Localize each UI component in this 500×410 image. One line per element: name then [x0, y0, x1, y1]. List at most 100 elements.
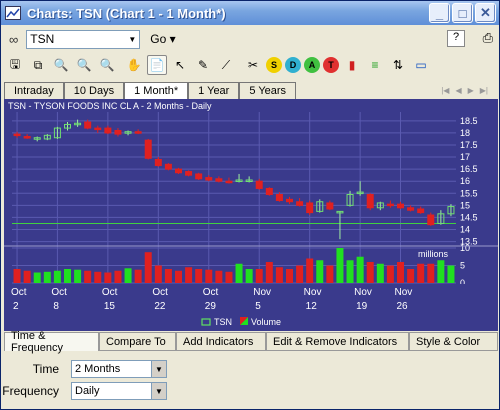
dividend-icon[interactable]: D: [285, 57, 301, 73]
tab-style-color[interactable]: Style & Color: [409, 332, 498, 351]
time-select[interactable]: 2 Months ▼: [71, 360, 167, 378]
tab-1-month[interactable]: 1 Month*: [124, 82, 189, 99]
chevron-down-icon[interactable]: ▼: [125, 31, 139, 48]
zoom-out-icon[interactable]: 🔍: [74, 55, 94, 75]
volume-bar: [13, 269, 21, 283]
bar-chart-icon[interactable]: ▮: [342, 55, 362, 75]
title-bar[interactable]: Charts: TSN (Chart 1 - 1 Month*) _ □ ✕: [1, 1, 499, 25]
compare-icon[interactable]: ⇅: [388, 55, 408, 75]
go-button[interactable]: Go ▾: [150, 32, 175, 46]
tab-10-days[interactable]: 10 Days: [63, 82, 125, 99]
volume-bar: [296, 265, 304, 283]
x-day-label: 2: [13, 301, 19, 312]
x-day-label: 5: [255, 301, 261, 312]
volume-bar: [94, 271, 102, 283]
volume-bar: [427, 263, 435, 283]
trendline-icon[interactable]: ⟋: [216, 55, 236, 75]
chart-area[interactable]: TSN - TYSON FOODS INC CL A - 2 Months - …: [4, 99, 498, 331]
next-icon[interactable]: ▶: [468, 86, 474, 95]
go-label: Go: [150, 32, 167, 46]
symbol-input[interactable]: TSN ▼: [26, 29, 141, 49]
candle-body: [104, 127, 112, 134]
frequency-label: Frequency: [2, 384, 59, 398]
pencil-draw-icon[interactable]: ✎: [193, 55, 213, 75]
candle-body: [386, 203, 394, 207]
price-tick-label: 14.5: [460, 212, 478, 222]
analyst-icon[interactable]: A: [304, 57, 320, 73]
pointer-icon[interactable]: ↖: [170, 55, 190, 75]
text-t-icon[interactable]: T: [323, 57, 339, 73]
last-icon[interactable]: ▶|: [480, 86, 488, 95]
candle-body: [13, 133, 21, 137]
candle-body: [154, 158, 162, 167]
x-month-label: Oct: [102, 287, 118, 298]
time-label: Time: [32, 362, 59, 376]
chevron-down-icon[interactable]: ▼: [151, 361, 166, 377]
x-month-label: Nov: [395, 287, 413, 298]
delete-lines-icon[interactable]: ✂: [243, 55, 263, 75]
x-day-label: 19: [356, 301, 368, 312]
volume-bar: [154, 265, 162, 283]
x-day-label: 26: [397, 301, 409, 312]
x-day-label: 29: [205, 301, 217, 312]
dollar-icon[interactable]: S: [266, 57, 282, 73]
close-button[interactable]: ✕: [475, 3, 496, 23]
volume-bar: [265, 262, 273, 283]
maximize-button[interactable]: □: [452, 3, 473, 23]
legend-tsn-label: TSN: [214, 317, 232, 327]
price-tick-label: 16.5: [460, 164, 478, 174]
price-tick-label: 16: [460, 176, 470, 186]
x-day-label: 12: [306, 301, 318, 312]
price-chart[interactable]: TSN - TYSON FOODS INC CL A - 2 Months - …: [4, 99, 498, 331]
save-all-icon[interactable]: ⧉: [28, 55, 48, 75]
zoom-100-icon[interactable]: 🔍: [97, 55, 117, 75]
tab-edit-remove-indicators[interactable]: Edit & Remove Indicators: [266, 332, 409, 351]
prev-icon[interactable]: ◀: [455, 86, 461, 95]
candle-body: [326, 202, 334, 210]
price-tick-label: 18: [460, 128, 470, 138]
tab-1-year[interactable]: 1 Year: [188, 82, 240, 99]
volume-bar: [366, 262, 374, 283]
chevron-down-icon[interactable]: ▼: [151, 383, 166, 399]
zoom-in-icon[interactable]: 🔍: [51, 55, 71, 75]
candle-body: [255, 180, 263, 189]
volume-bar: [437, 260, 445, 283]
x-day-label: 8: [53, 301, 59, 312]
chart-title: TSN - TYSON FOODS INC CL A - 2 Months - …: [8, 101, 212, 111]
screen-icon[interactable]: ▭: [411, 55, 431, 75]
candle-body: [397, 203, 404, 209]
volume-bar: [33, 272, 41, 283]
indicator-icon[interactable]: ≡: [365, 55, 385, 75]
x-month-label: Nov: [354, 287, 372, 298]
notes-icon[interactable]: 📄: [147, 55, 167, 75]
volume-bar: [114, 270, 122, 283]
candle-body: [286, 198, 293, 203]
candle-body: [265, 187, 273, 195]
first-icon[interactable]: |◀: [441, 86, 449, 95]
minimize-button[interactable]: _: [429, 3, 450, 23]
volume-bar: [164, 269, 172, 283]
candle-body: [417, 208, 425, 214]
volume-bar: [74, 269, 82, 283]
price-tick-label: 17: [460, 152, 470, 162]
price-tick-label: 18.5: [460, 116, 478, 126]
candle-body: [144, 139, 152, 159]
printer-icon[interactable]: ⎙: [483, 30, 493, 46]
tab-5-years[interactable]: 5 Years: [239, 82, 297, 99]
tab-compare-to[interactable]: Compare To: [99, 332, 176, 351]
volume-bar: [356, 256, 364, 283]
hand-pan-icon[interactable]: ✋: [124, 55, 144, 75]
frequency-select[interactable]: Daily ▼: [71, 382, 167, 400]
save-icon[interactable]: 🖫: [5, 55, 25, 75]
volume-bar: [397, 262, 404, 283]
help-button[interactable]: ?: [447, 30, 465, 47]
volume-bar: [43, 271, 51, 283]
tab-intraday[interactable]: Intraday: [4, 82, 64, 99]
tab-add-indicators[interactable]: Add Indicators: [176, 332, 266, 351]
settings-tabs: Time & Frequency Compare To Add Indicato…: [4, 330, 498, 354]
tab-time-frequency[interactable]: Time & Frequency: [4, 330, 99, 354]
frequency-value: Daily: [75, 385, 100, 397]
link-icon: ∞: [9, 31, 19, 47]
volume-bar: [255, 269, 263, 283]
volume-bar: [336, 248, 344, 283]
